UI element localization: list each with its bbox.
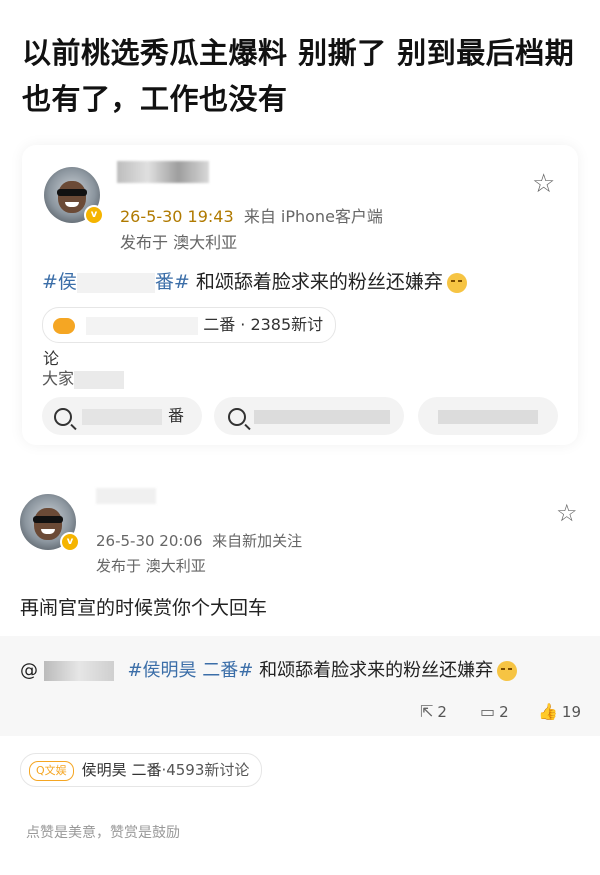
quoted-text: @ #侯明昊 二番# 和颂舔着脸求来的粉丝还嫌弃 [20, 656, 518, 682]
redacted-username [117, 161, 209, 183]
repost-button[interactable]: ⇱ 2 [420, 702, 447, 721]
recommend-pill-2[interactable] [214, 397, 404, 435]
recommend-pill-3[interactable] [418, 397, 558, 435]
post-body-text: 和颂舔着脸求来的粉丝还嫌弃 [195, 271, 443, 293]
emoji-icon [497, 661, 518, 681]
quoted-body: 和颂舔着脸求来的粉丝还嫌弃 [259, 660, 494, 681]
post-meta: 26-5-30 19:43 来自 iPhone客户端 [120, 203, 383, 227]
post-location: 发布于 澳大利亚 [120, 233, 238, 252]
topic-link[interactable]: #侯明昊 二番# [127, 660, 253, 681]
thumbs-up-icon: 👍 [538, 702, 558, 721]
post-location: 发布于 澳大利亚 [96, 557, 206, 575]
footer-discussions: ·4593新讨论 [161, 761, 250, 779]
redacted-username [96, 488, 156, 504]
post-time: 26-5-30 20:06 [96, 532, 203, 550]
like-button[interactable]: 👍 19 [538, 702, 581, 721]
topic-link[interactable]: #侯 [42, 271, 77, 293]
star-icon[interactable]: ☆ [556, 500, 578, 526]
at-sign: @ [20, 660, 38, 681]
post-meta: 26-5-30 20:06 来自新加关注 [96, 530, 302, 551]
recommend-pill-1-text: 番 [168, 406, 185, 425]
quoted-post[interactable]: @ #侯明昊 二番# 和颂舔着脸求来的粉丝还嫌弃 ⇱ 2 ▭ 2 👍 19 [0, 636, 600, 736]
post-time: 26-5-30 19:43 [120, 207, 234, 226]
wenyu-tag: Q文娱 [29, 760, 74, 781]
post-source: 来自新加关注 [212, 532, 303, 550]
topic-link-suffix[interactable]: 番# [155, 271, 190, 293]
search-icon [54, 408, 72, 426]
footer-topic: 侯明昊 二番 [81, 761, 162, 779]
recommend-label: 大家 [42, 365, 125, 389]
star-icon[interactable]: ☆ [532, 171, 555, 197]
embedded-post-card[interactable]: v 26-5-30 19:43 来自 iPhone客户端 发布于 澳大利亚 ☆ … [22, 145, 578, 445]
page-title: 以前桃选秀瓜主爆料 别撕了 别到最后档期也有了，工作也没有 [22, 36, 575, 116]
tag-icon [53, 317, 75, 334]
post-source: 来自 iPhone客户端 [243, 207, 383, 226]
emoji-icon [446, 272, 467, 293]
post-body: 再闹官宣的时候赏你个大回车 [20, 597, 268, 619]
post-body: #侯 番# 和颂舔着脸求来的粉丝还嫌弃 [42, 267, 467, 294]
verified-badge-icon: v [60, 532, 80, 552]
comment-icon: ▭ [480, 702, 496, 721]
footer-topic-pill[interactable]: Q文娱 侯明昊 二番·4593新讨论 [20, 753, 263, 787]
search-icon [228, 408, 246, 426]
comment-button[interactable]: ▭ 2 [480, 702, 509, 721]
verified-badge-icon: v [84, 205, 104, 225]
footer-note: 点赞是美意，赞赏是鼓励 [26, 825, 180, 841]
recommend-pill-1[interactable]: 番 [42, 397, 202, 435]
topic-pill[interactable]: 二番 · 2385新讨论 [42, 307, 336, 368]
repost-icon: ⇱ [420, 702, 434, 721]
